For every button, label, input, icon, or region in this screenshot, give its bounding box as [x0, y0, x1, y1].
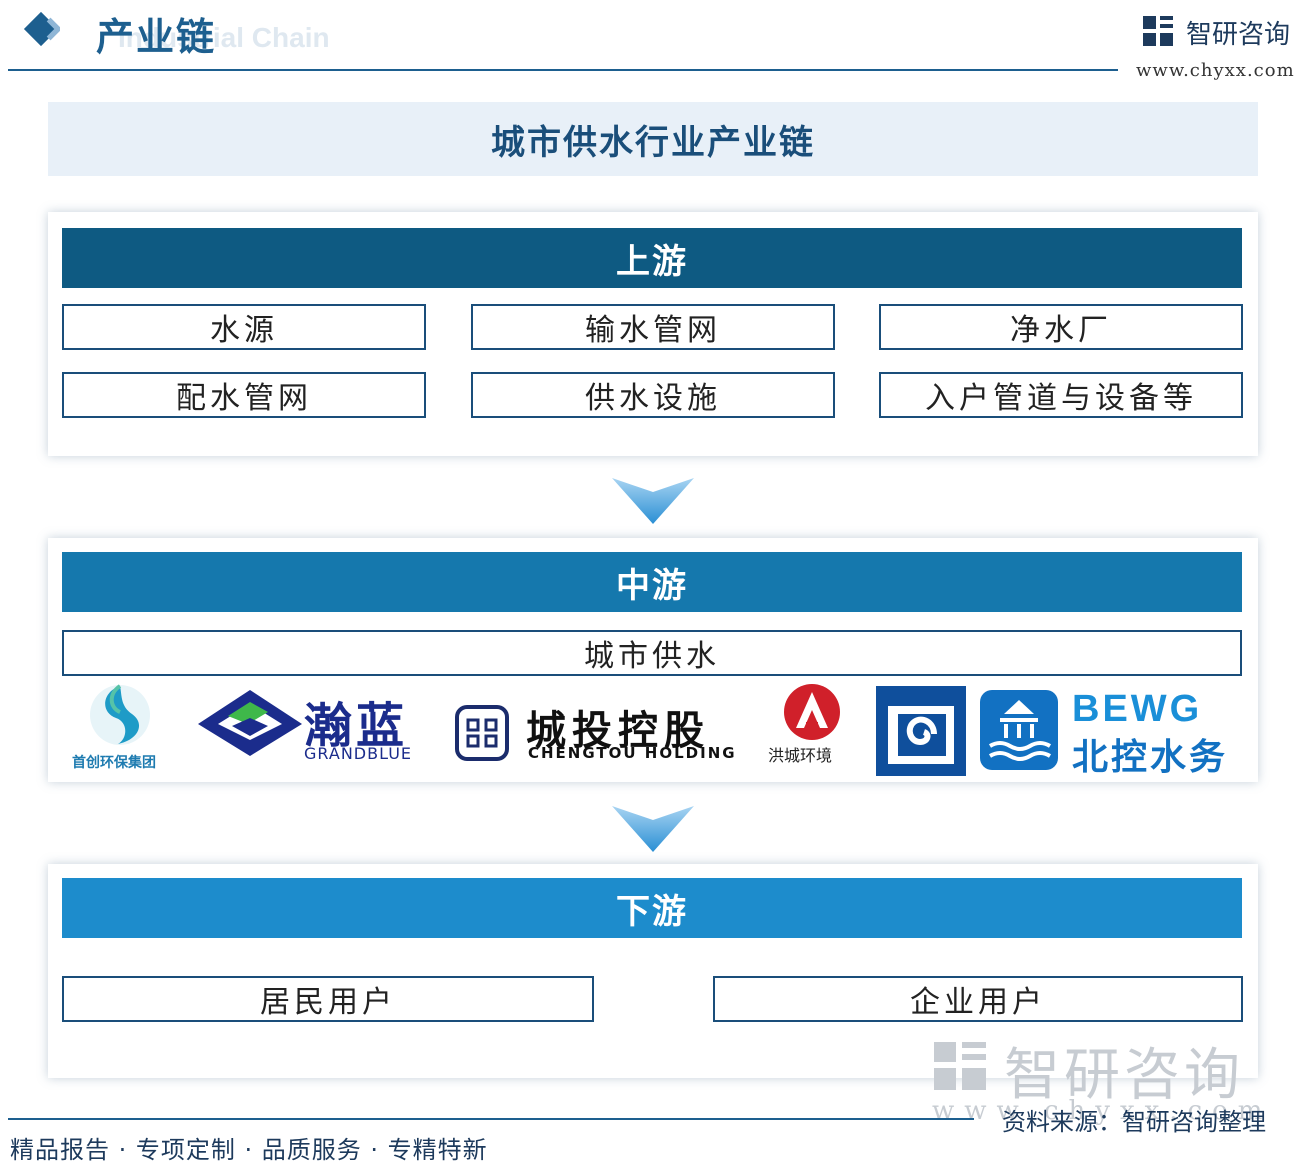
downstream-label: 下游	[62, 878, 1242, 938]
upstream-item: 配水管网	[62, 372, 426, 418]
diagram-title: 城市供水行业产业链	[491, 122, 815, 163]
upstream-item: 输水管网	[471, 304, 835, 350]
source-note: 资料来源：智研咨询整理	[1002, 1108, 1266, 1136]
footer-tagline: 精品报告 · 专项定制 · 品质服务 · 专精特新	[10, 1136, 488, 1162]
header-divider	[8, 69, 1118, 71]
downstream-item: 企业用户	[713, 976, 1243, 1022]
bewg-name: 北控水务	[1072, 737, 1229, 778]
brand-url: www.chyxx.com	[1136, 60, 1295, 81]
upstream-label: 上游	[62, 228, 1242, 288]
upstream-item: 净水厂	[879, 304, 1243, 350]
header-title: 产业链	[96, 14, 217, 59]
shouchuang-name: 首创环保集团	[72, 755, 156, 771]
upstream-panel: 上游 水源 输水管网 净水厂 配水管网 供水设施 入户管道与设备等	[48, 212, 1258, 456]
upstream-item: 供水设施	[471, 372, 835, 418]
shouchuang-logo-icon	[90, 684, 150, 745]
chengtou-logo-icon	[455, 705, 509, 761]
brand-name: 智研咨询	[1186, 20, 1291, 50]
bewg-logo-icon	[980, 690, 1058, 770]
watermark-logo-icon	[934, 1042, 986, 1090]
downstream-item: 居民用户	[62, 976, 594, 1022]
chengtou-english: CHENGTOU HOLDING	[528, 744, 737, 762]
wave-logo-icon	[876, 686, 966, 776]
upstream-item: 水源	[62, 304, 426, 350]
hongcheng-name: 洪城环境	[768, 746, 833, 765]
upstream-item: 入户管道与设备等	[879, 372, 1243, 418]
midstream-panel: 中游 城市供水 首创环保集团 瀚蓝 GRANDBLUE 城投控股 CHENGTO…	[48, 538, 1258, 782]
bewg-english: BEWG	[1072, 688, 1203, 730]
hongcheng-logo-icon	[784, 684, 840, 740]
grandblue-logo-icon	[198, 690, 302, 756]
midstream-label: 中游	[62, 552, 1242, 612]
footer-divider	[8, 1118, 974, 1120]
grandblue-english: GRANDBLUE	[304, 744, 413, 763]
diamond-icon	[23, 11, 60, 47]
diagram-title-band: 城市供水行业产业链	[48, 102, 1258, 176]
brand-logo-icon	[1143, 16, 1173, 46]
down-arrow-icon	[612, 478, 694, 524]
midstream-item: 城市供水	[62, 630, 1242, 676]
down-arrow-icon	[612, 806, 694, 852]
